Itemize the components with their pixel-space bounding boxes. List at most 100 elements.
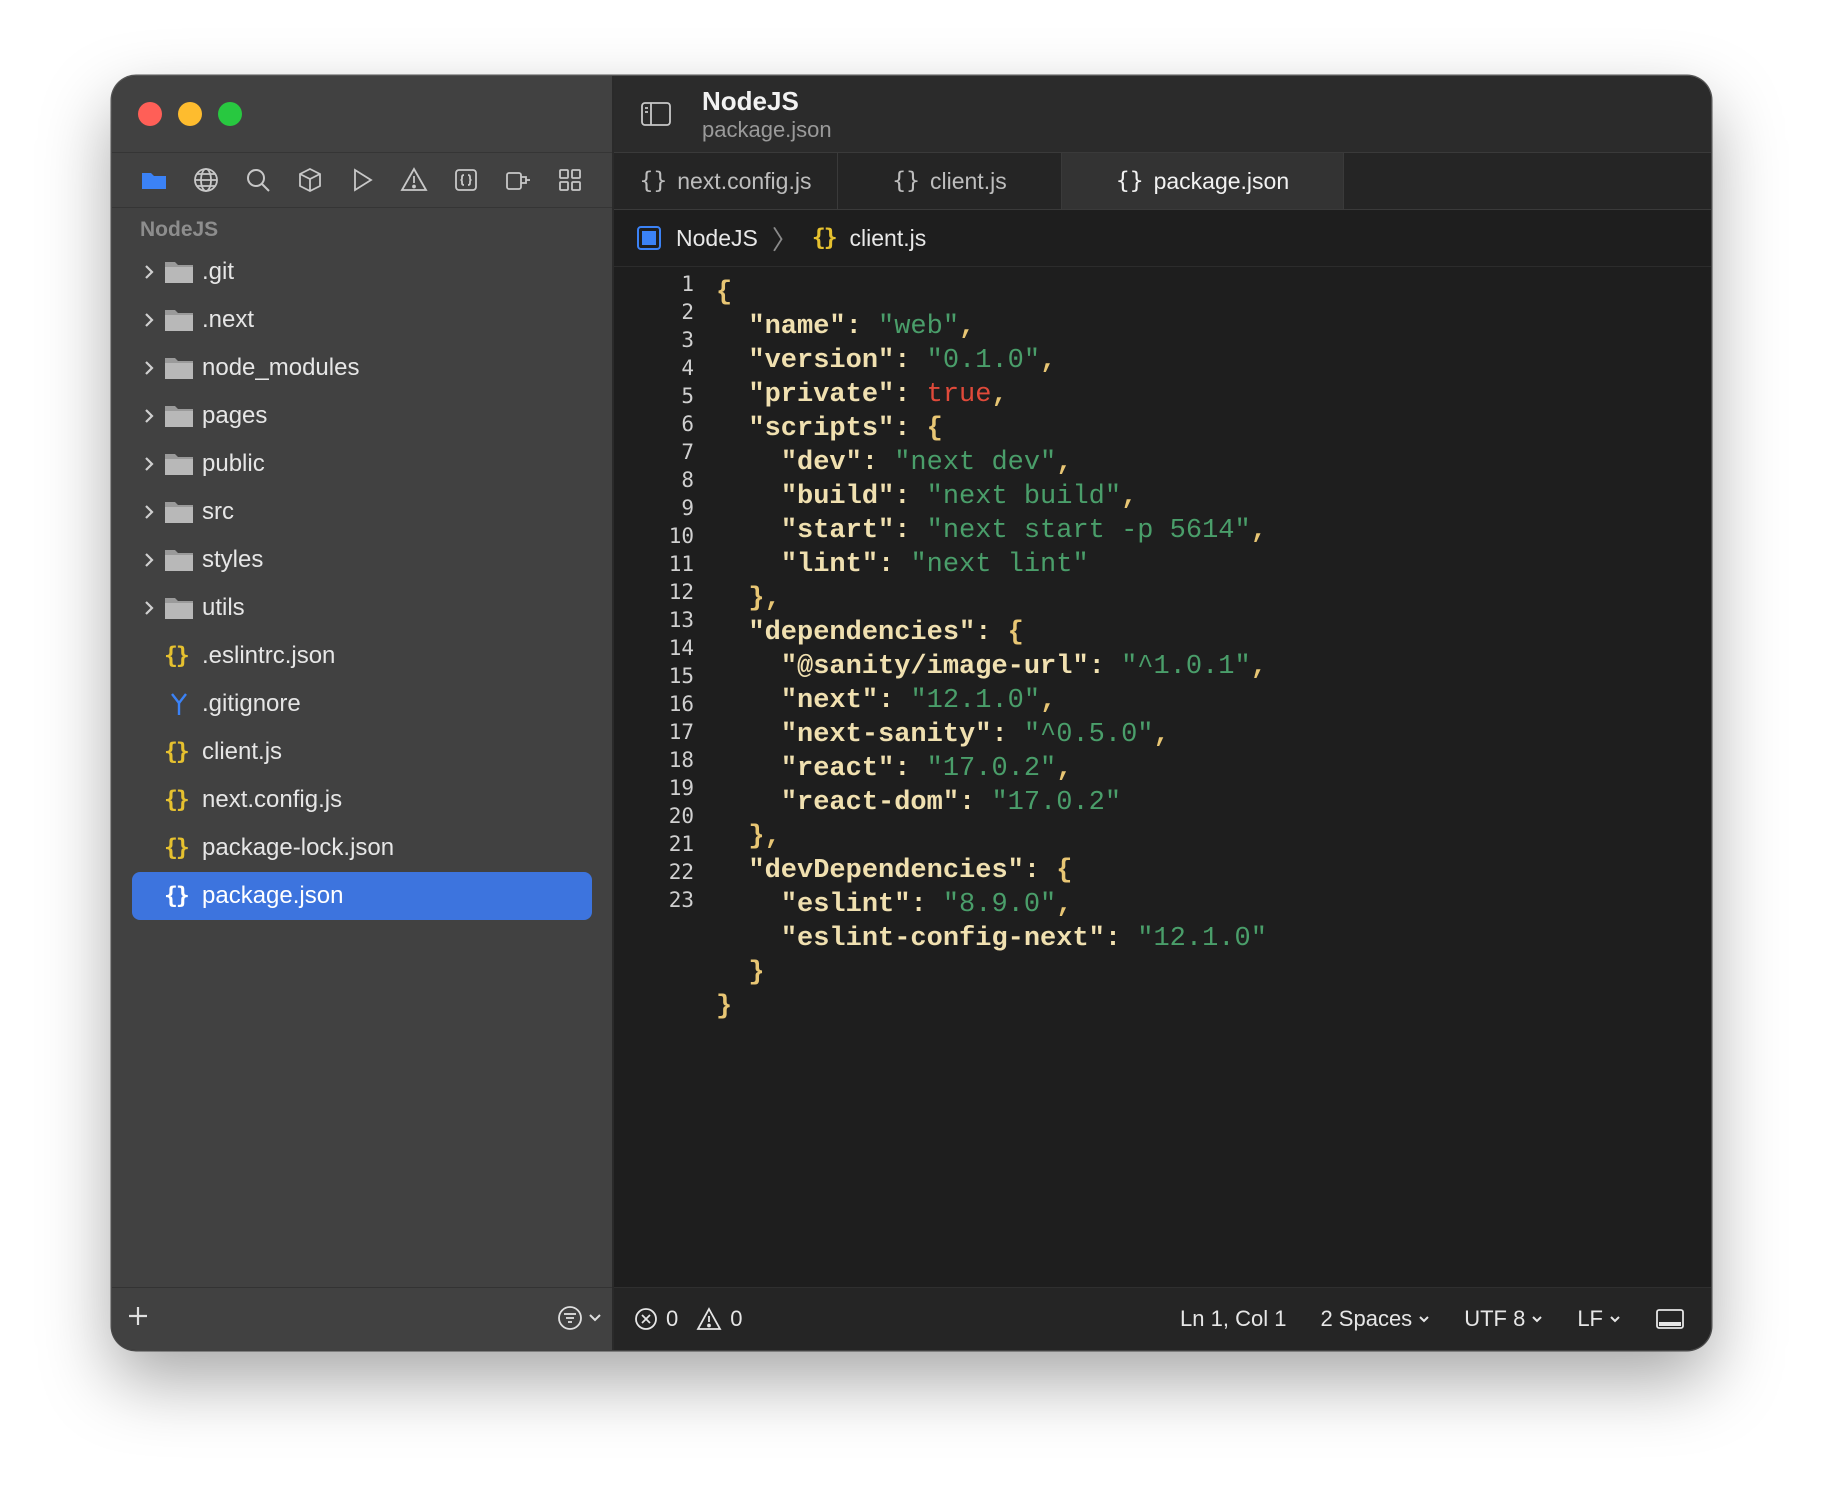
breadcrumb-project[interactable]: NodeJS bbox=[676, 225, 758, 252]
code-editor[interactable]: 1 2 3 4 5 6 7 8 9 10 11 12 13 14 15 16 17 18 19 20 21 22 23 { … bbox=[614, 270, 1711, 1288]
code-line[interactable]: "dev": "next dev", bbox=[716, 446, 1267, 480]
tree-item-label: .git bbox=[202, 258, 235, 285]
tree-folder-public[interactable]: public bbox=[112, 440, 612, 488]
globe-icon[interactable] bbox=[190, 164, 222, 196]
tree-item-label: styles bbox=[202, 546, 264, 573]
tree-folder-git[interactable]: .git bbox=[112, 248, 612, 296]
line-ending-label: LF bbox=[1577, 1306, 1603, 1331]
warning-icon[interactable] bbox=[398, 164, 430, 196]
tab-package-json[interactable]: {} package.json bbox=[1062, 153, 1344, 209]
line-number: 1 bbox=[681, 272, 694, 296]
tree-folder-next[interactable]: .next bbox=[112, 296, 612, 344]
panel-toggle-icon[interactable] bbox=[1655, 1307, 1685, 1331]
braces-icon: {} bbox=[892, 168, 920, 194]
code-line[interactable]: "scripts": { bbox=[716, 412, 1267, 446]
window-subtitle: package.json bbox=[702, 117, 832, 142]
chevron-right-icon[interactable] bbox=[142, 358, 156, 378]
line-number: 19 bbox=[668, 776, 694, 800]
status-right: Ln 1, Col 1 2 Spaces UTF 8 LF bbox=[1180, 1306, 1685, 1332]
breadcrumb: NodeJS 〉 {} client.js bbox=[614, 210, 1711, 267]
tab-next-config[interactable]: {} next.config.js bbox=[614, 153, 838, 209]
sidebar-toggle-icon[interactable] bbox=[640, 100, 672, 128]
cursor-position[interactable]: Ln 1, Col 1 bbox=[1180, 1306, 1286, 1332]
tree-file-eslintrc[interactable]: {} .eslintrc.json bbox=[112, 632, 612, 680]
plug-icon[interactable] bbox=[502, 164, 534, 196]
tree-folder-utils[interactable]: utils bbox=[112, 584, 612, 632]
code-line[interactable]: } bbox=[716, 956, 1267, 990]
line-number: 22 bbox=[668, 860, 694, 884]
folder-icon[interactable] bbox=[138, 164, 170, 196]
code-line[interactable]: }, bbox=[716, 582, 1267, 616]
window-controls bbox=[138, 102, 242, 126]
line-ending-selector[interactable]: LF bbox=[1577, 1306, 1621, 1332]
file-tree: .git .next node_modules pages public src… bbox=[112, 248, 612, 920]
zoom-window-button[interactable] bbox=[218, 102, 242, 126]
code-line[interactable]: "@sanity/image-url": "^1.0.1", bbox=[716, 650, 1267, 684]
editor-window: NodeJS .git .next node_modules pages pub… bbox=[112, 76, 1711, 1350]
tree-file-next-config[interactable]: {} next.config.js bbox=[112, 776, 612, 824]
code-line[interactable]: "next": "12.1.0", bbox=[716, 684, 1267, 718]
titlebar: NodeJS package.json bbox=[614, 76, 1711, 152]
minimize-window-button[interactable] bbox=[178, 102, 202, 126]
tree-file-client[interactable]: {} client.js bbox=[112, 728, 612, 776]
grid-icon[interactable] bbox=[554, 164, 586, 196]
chevron-right-icon[interactable] bbox=[142, 406, 156, 426]
breadcrumb-file[interactable]: client.js bbox=[850, 225, 927, 252]
error-icon bbox=[635, 1308, 657, 1330]
code-content[interactable]: { "name": "web", "version": "0.1.0", "pr… bbox=[716, 276, 1267, 1024]
code-line[interactable]: "name": "web", bbox=[716, 310, 1267, 344]
code-line[interactable]: "start": "next start -p 5614", bbox=[716, 514, 1267, 548]
git-branch-icon bbox=[171, 693, 187, 715]
chevron-right-icon[interactable] bbox=[142, 454, 156, 474]
code-line[interactable]: "devDependencies": { bbox=[716, 854, 1267, 888]
search-icon[interactable] bbox=[242, 164, 274, 196]
close-window-button[interactable] bbox=[138, 102, 162, 126]
json-file-icon: {} bbox=[164, 643, 190, 669]
tab-client[interactable]: {} client.js bbox=[838, 153, 1062, 209]
tree-file-gitignore[interactable]: .gitignore bbox=[112, 680, 612, 728]
chevron-right-icon[interactable] bbox=[142, 262, 156, 282]
code-line[interactable]: "lint": "next lint" bbox=[716, 548, 1267, 582]
add-file-button[interactable] bbox=[126, 1304, 150, 1334]
json-file-icon: {} bbox=[164, 739, 190, 765]
diagnostics[interactable]: 0 0 bbox=[634, 1306, 743, 1332]
chevron-right-icon[interactable] bbox=[142, 502, 156, 522]
folder-icon bbox=[165, 406, 193, 427]
tree-folder-node-modules[interactable]: node_modules bbox=[112, 344, 612, 392]
code-line[interactable]: { bbox=[716, 276, 1267, 310]
tree-item-label: public bbox=[202, 450, 265, 477]
chevron-right-icon[interactable] bbox=[142, 310, 156, 330]
code-line[interactable]: "next-sanity": "^0.5.0", bbox=[716, 718, 1267, 752]
tree-file-package-lock[interactable]: {} package-lock.json bbox=[112, 824, 612, 872]
code-line[interactable]: "eslint": "8.9.0", bbox=[716, 888, 1267, 922]
code-line[interactable]: "private": true, bbox=[716, 378, 1267, 412]
chevron-right-icon[interactable] bbox=[142, 550, 156, 570]
indent-selector[interactable]: 2 Spaces bbox=[1320, 1306, 1430, 1332]
main-area: NodeJS package.json {} next.config.js {}… bbox=[614, 76, 1711, 1350]
tree-folder-styles[interactable]: styles bbox=[112, 536, 612, 584]
encoding-selector[interactable]: UTF 8 bbox=[1464, 1306, 1543, 1332]
run-icon[interactable] bbox=[346, 164, 378, 196]
tree-folder-src[interactable]: src bbox=[112, 488, 612, 536]
code-line[interactable]: }, bbox=[716, 820, 1267, 854]
code-line[interactable]: "dependencies": { bbox=[716, 616, 1267, 650]
folder-icon bbox=[165, 598, 193, 619]
filter-button[interactable] bbox=[556, 1304, 602, 1332]
warning-icon bbox=[696, 1307, 722, 1330]
code-line[interactable]: "version": "0.1.0", bbox=[716, 344, 1267, 378]
folder-icon bbox=[165, 550, 193, 571]
code-line[interactable]: "react": "17.0.2", bbox=[716, 752, 1267, 786]
code-line[interactable]: "eslint-config-next": "12.1.0" bbox=[716, 922, 1267, 956]
tree-file-package-json[interactable]: {} package.json bbox=[132, 872, 592, 920]
tree-folder-pages[interactable]: pages bbox=[112, 392, 612, 440]
code-line[interactable]: } bbox=[716, 990, 1267, 1024]
chevron-right-icon[interactable] bbox=[142, 598, 156, 618]
braces-icon[interactable] bbox=[450, 164, 482, 196]
tree-item-label: src bbox=[202, 498, 234, 525]
code-line[interactable]: "react-dom": "17.0.2" bbox=[716, 786, 1267, 820]
json-file-icon: {} bbox=[164, 883, 190, 909]
folder-icon bbox=[165, 454, 193, 475]
braces-icon: {} bbox=[639, 168, 668, 194]
package-icon[interactable] bbox=[294, 164, 326, 196]
code-line[interactable]: "build": "next build", bbox=[716, 480, 1267, 514]
